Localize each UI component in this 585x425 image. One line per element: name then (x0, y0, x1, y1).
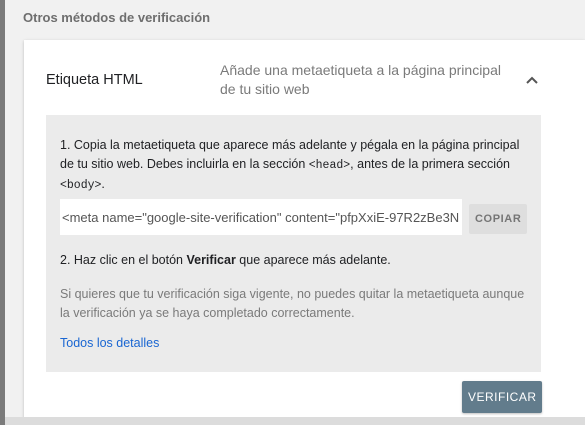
step1-instructions: 1. Copia la metaetiqueta que aparece más… (60, 136, 536, 195)
section-title: Otros métodos de verificación (23, 10, 211, 25)
verification-method-card: Etiqueta HTML Añade una metaetiqueta a l… (24, 40, 585, 425)
head-tag-code: <head> (308, 159, 351, 172)
all-details-link[interactable]: Todos los detalles (60, 336, 159, 350)
verify-button[interactable]: VERIFICAR (462, 381, 542, 413)
chevron-up-icon (526, 76, 538, 84)
instructions-panel: 1. Copia la metaetiqueta que aparece más… (46, 115, 541, 372)
step2-verify-word: Verificar (186, 253, 236, 267)
step1-middle-text: , antes de la primera sección (350, 157, 510, 171)
body-tag-code: <body> (60, 179, 102, 192)
copy-button[interactable]: COPIAR (469, 204, 527, 234)
method-description: Añade una metaetiqueta a la página princ… (220, 62, 501, 97)
method-label: Etiqueta HTML (46, 72, 143, 88)
step2-instructions: 2. Haz clic en el botón Verificar que ap… (60, 253, 536, 267)
step1-end-text: . (101, 177, 105, 191)
step2-prefix: 2. Haz clic en el botón (60, 253, 187, 267)
window-edge (0, 0, 5, 425)
bottom-divider (5, 417, 585, 425)
persistence-note: Si quieres que tu verificación siga vige… (60, 287, 525, 320)
step2-suffix: que aparece más adelante. (235, 253, 391, 267)
collapse-button[interactable] (520, 68, 544, 92)
meta-tag-field[interactable] (60, 199, 462, 235)
